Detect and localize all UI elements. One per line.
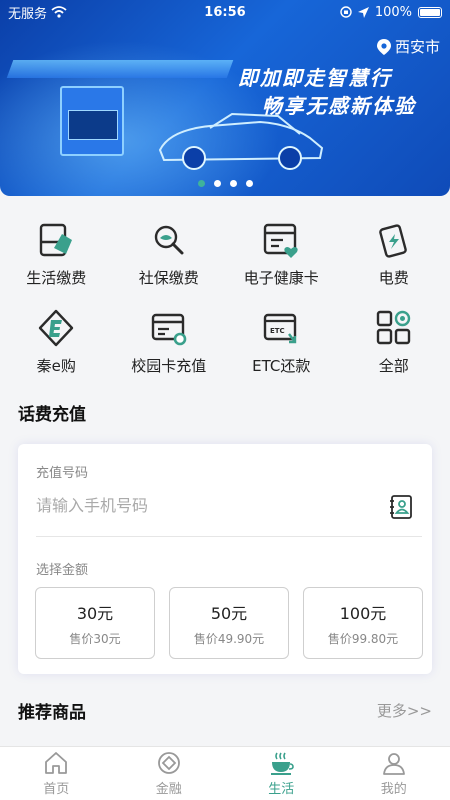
- clock: 16:56: [204, 4, 246, 20]
- service-social-insurance[interactable]: 社保缴费: [113, 220, 226, 294]
- recommend-more-link[interactable]: 更多>>: [377, 700, 432, 721]
- service-label: 电子健康卡: [243, 269, 319, 287]
- topup-section-title: 话费充值: [18, 405, 86, 425]
- health-card-icon: [264, 223, 298, 258]
- banner-slogan-line1: 即加即走智慧行: [238, 66, 392, 90]
- city-name: 西安市: [394, 38, 440, 56]
- magnifier-icon: [154, 225, 184, 255]
- home-icon: [45, 752, 68, 774]
- amount-value: 30元: [76, 603, 114, 623]
- electricity-icon: [378, 224, 407, 258]
- promo-banner[interactable]: 西安市 即加即走智慧行 畅享无感新体验: [0, 0, 450, 196]
- service-all[interactable]: 全部: [338, 308, 450, 382]
- amount-option-50[interactable]: 50元 售价49.90元: [169, 587, 289, 659]
- service-label: ETC还款: [252, 357, 311, 375]
- service-label: 电费: [378, 269, 409, 287]
- carousel-dot[interactable]: [197, 180, 205, 187]
- location-pin-icon: [376, 38, 391, 55]
- service-grid: 生活缴费 社保缴费 电子健康卡 电费 秦e购 校园卡充值 ETC ETC还款 全…: [0, 220, 450, 382]
- recommend-section-title: 推荐商品: [18, 703, 86, 723]
- amount-value: 100元: [339, 603, 387, 623]
- tab-label: 金融: [155, 782, 182, 797]
- amount-price: 售价99.80元: [327, 631, 399, 646]
- field-divider: [36, 536, 422, 537]
- banner-station-roof: [6, 60, 234, 78]
- service-campus-card-topup[interactable]: 校园卡充值: [113, 308, 226, 382]
- service-label: 生活缴费: [26, 269, 87, 287]
- carousel-indicator: [0, 180, 450, 187]
- profile-icon: [382, 753, 405, 775]
- all-grid-icon: [376, 310, 410, 345]
- bottom-tab-bar: 首页 金融 生活 我的: [0, 746, 450, 800]
- tab-mine[interactable]: 我的: [338, 747, 450, 800]
- amount-value: 50元: [210, 603, 248, 623]
- phone-number-input[interactable]: [36, 496, 376, 515]
- tab-life[interactable]: 生活: [225, 747, 338, 800]
- status-bar: 无服务 16:56 100%: [0, 0, 450, 24]
- city-selector[interactable]: 西安市: [376, 36, 440, 57]
- contact-book-icon[interactable]: [388, 494, 414, 520]
- service-living-bills[interactable]: 生活缴费: [0, 220, 113, 294]
- amount-option-30[interactable]: 30元 售价30元: [35, 587, 155, 659]
- etc-card-icon: ETC: [264, 313, 297, 344]
- service-label: 秦e购: [36, 357, 76, 375]
- topup-card: 充值号码 选择金额 30元 售价30元 50元 售价49.90元 100元 售价…: [18, 444, 432, 674]
- service-label: 校园卡充值: [131, 357, 207, 375]
- shop-e-icon: [39, 309, 74, 347]
- amount-option-100[interactable]: 100元 售价99.80元: [303, 587, 423, 659]
- tab-label: 首页: [43, 782, 70, 797]
- service-etc-repayment[interactable]: ETC ETC还款: [225, 308, 338, 382]
- tab-home[interactable]: 首页: [0, 747, 113, 800]
- service-health-card[interactable]: 电子健康卡: [225, 220, 338, 294]
- life-cup-icon: [271, 752, 295, 775]
- finance-icon: [157, 752, 180, 774]
- carousel-dot[interactable]: [213, 180, 221, 187]
- tab-label: 我的: [380, 782, 407, 797]
- phone-field-label: 充值号码: [36, 466, 89, 481]
- amount-price: 售价49.90元: [193, 631, 265, 646]
- banner-fuel-station-illustration: [60, 86, 124, 156]
- bill-icon: [40, 223, 73, 257]
- banner-slogan-line2: 畅享无感新体验: [262, 94, 416, 118]
- campus-card-icon: [151, 313, 187, 346]
- svg-text:ETC: ETC: [270, 327, 285, 335]
- tab-label: 生活: [268, 782, 295, 797]
- battery-icon: [418, 6, 442, 18]
- amount-label: 选择金额: [36, 563, 89, 578]
- tab-finance[interactable]: 金融: [113, 747, 226, 800]
- service-label: 全部: [378, 357, 409, 375]
- amount-options: 30元 售价30元 50元 售价49.90元 100元 售价99.80元: [35, 587, 423, 659]
- service-label: 社保缴费: [138, 269, 199, 287]
- service-electricity[interactable]: 电费: [338, 220, 450, 294]
- amount-price: 售价30元: [69, 631, 121, 646]
- carousel-dot[interactable]: [245, 180, 253, 187]
- carousel-dot[interactable]: [229, 180, 237, 187]
- service-qin-e-shop[interactable]: 秦e购: [0, 308, 113, 382]
